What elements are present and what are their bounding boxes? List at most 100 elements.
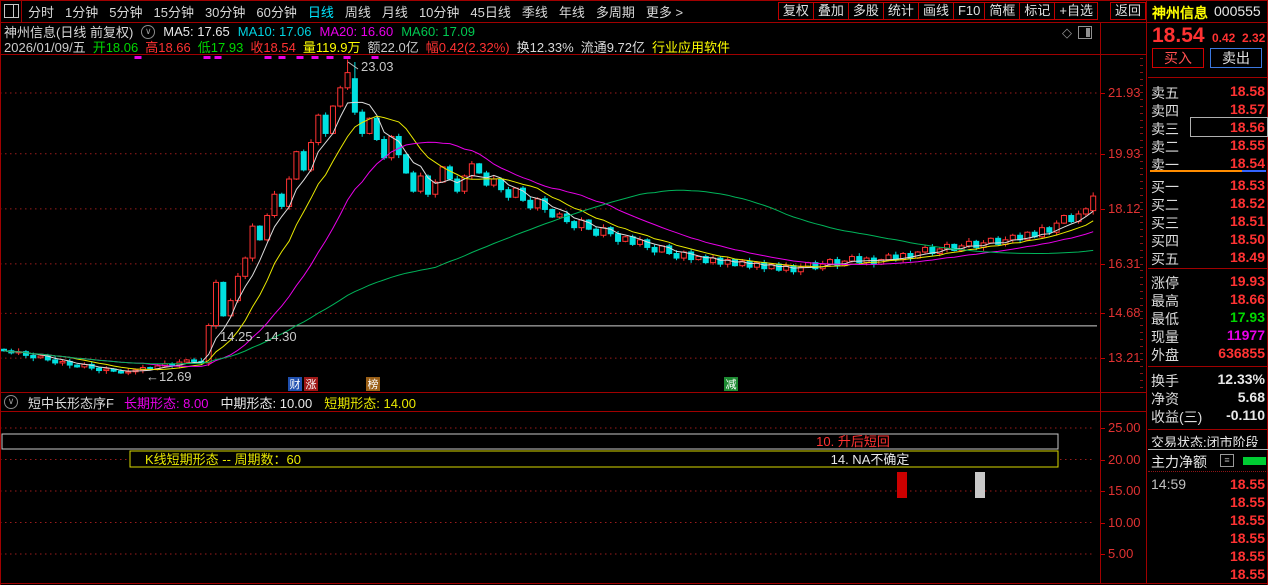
- period-5分钟[interactable]: 5分钟: [109, 2, 142, 21]
- bid-level-买二[interactable]: 买二 18.52: [1148, 194, 1268, 213]
- toolbar-button-多股[interactable]: 多股: [847, 2, 884, 20]
- candle[interactable]: [417, 172, 424, 194]
- period-日线[interactable]: 日线: [308, 2, 334, 21]
- candle[interactable]: [337, 85, 344, 108]
- ask-level-卖四[interactable]: 卖四 18.57: [1148, 100, 1268, 119]
- candle[interactable]: [593, 227, 600, 237]
- candle[interactable]: [1024, 231, 1031, 241]
- indicator-chevron-icon[interactable]: ∨: [4, 395, 18, 409]
- toolbar-button-F10[interactable]: F10: [952, 2, 986, 20]
- event-tag-财[interactable]: 财: [288, 377, 302, 391]
- bid-level-买四[interactable]: 买四 18.50: [1148, 230, 1268, 249]
- candle[interactable]: [454, 175, 461, 194]
- period-分时[interactable]: 分时: [28, 2, 54, 21]
- period-10分钟[interactable]: 10分钟: [419, 2, 459, 21]
- ask-level-卖五[interactable]: 卖五 18.58: [1148, 82, 1268, 101]
- candle[interactable]: [834, 256, 841, 270]
- candle[interactable]: [1060, 214, 1067, 225]
- candle[interactable]: [351, 61, 358, 115]
- event-tag-减[interactable]: 减: [724, 377, 738, 391]
- candle[interactable]: [315, 113, 322, 146]
- candle[interactable]: [66, 358, 73, 369]
- candle[interactable]: [37, 355, 44, 359]
- candle[interactable]: [900, 251, 907, 263]
- bid-level-买三[interactable]: 买三 18.51: [1148, 212, 1268, 231]
- candle[interactable]: [922, 245, 929, 254]
- period-多周期[interactable]: 多周期: [596, 2, 635, 21]
- candle[interactable]: [549, 208, 556, 218]
- event-tag-涨[interactable]: 涨: [304, 377, 318, 391]
- candle[interactable]: [249, 223, 256, 262]
- candle[interactable]: [476, 162, 483, 174]
- candle[interactable]: [22, 350, 29, 359]
- candle[interactable]: [943, 241, 950, 253]
- candle[interactable]: [812, 260, 819, 271]
- candle[interactable]: [907, 250, 914, 262]
- period-45日线[interactable]: 45日线: [470, 2, 510, 21]
- candle[interactable]: [344, 59, 351, 90]
- candle[interactable]: [666, 243, 673, 256]
- candle[interactable]: [607, 226, 614, 237]
- ask-level-卖二[interactable]: 卖二 18.55: [1148, 136, 1268, 155]
- period-1分钟[interactable]: 1分钟: [65, 2, 98, 21]
- candle[interactable]: [395, 133, 402, 159]
- candle[interactable]: [753, 261, 760, 270]
- candle[interactable]: [651, 244, 658, 256]
- candle[interactable]: [271, 190, 278, 218]
- candle[interactable]: [322, 112, 329, 137]
- candle[interactable]: [585, 219, 592, 231]
- candle[interactable]: [278, 192, 285, 210]
- layout-window-icon[interactable]: [4, 4, 19, 18]
- candle[interactable]: [59, 359, 66, 366]
- bid-level-买五[interactable]: 买五 18.49: [1148, 248, 1268, 267]
- candle[interactable]: [293, 150, 300, 180]
- candle[interactable]: [768, 263, 775, 270]
- period-周线[interactable]: 周线: [345, 2, 371, 21]
- candle[interactable]: [717, 256, 724, 267]
- candle[interactable]: [490, 175, 497, 188]
- period-季线[interactable]: 季线: [522, 2, 548, 21]
- candle[interactable]: [600, 224, 607, 238]
- candle[interactable]: [81, 362, 88, 369]
- candle[interactable]: [571, 220, 578, 231]
- period-更多 >[interactable]: 更多 >: [646, 2, 683, 21]
- toolbar-button-统计[interactable]: 统计: [882, 2, 919, 20]
- toolbar-button-画线[interactable]: 画线: [917, 2, 954, 20]
- candle[interactable]: [125, 368, 132, 376]
- indicator-name[interactable]: 短中长形态序F: [28, 393, 114, 412]
- candle[interactable]: [234, 272, 241, 303]
- toolbar-button-叠加[interactable]: 叠加: [812, 2, 849, 20]
- candle[interactable]: [702, 254, 709, 265]
- period-月线[interactable]: 月线: [382, 2, 408, 21]
- candle[interactable]: [74, 364, 81, 368]
- candle[interactable]: [505, 186, 512, 201]
- toolbar-button-简框[interactable]: 简框: [984, 2, 1021, 20]
- main-candle-chart[interactable]: 23.03 ←12.69 14.25 - 14.30 财涨 榜 减: [0, 55, 1100, 392]
- candle[interactable]: [169, 362, 176, 368]
- candle[interactable]: [856, 253, 863, 265]
- candle[interactable]: [1039, 224, 1046, 239]
- toolbar-button-标记[interactable]: 标记: [1019, 2, 1056, 20]
- candle[interactable]: [446, 164, 453, 181]
- candle[interactable]: [520, 186, 527, 202]
- main-force-net-label[interactable]: 主力净额: [1151, 452, 1207, 470]
- period-年线[interactable]: 年线: [559, 2, 585, 21]
- candle[interactable]: [212, 279, 219, 329]
- candle[interactable]: [388, 134, 395, 161]
- candle[interactable]: [761, 259, 768, 273]
- candle[interactable]: [256, 225, 263, 241]
- candle[interactable]: [622, 235, 629, 243]
- candle[interactable]: [732, 258, 738, 267]
- candle[interactable]: [410, 170, 417, 193]
- toolbar-button-+自选[interactable]: +自选: [1054, 2, 1098, 20]
- split-window-icon[interactable]: [1078, 26, 1092, 39]
- candle[interactable]: [286, 176, 293, 210]
- bid-level-买一[interactable]: 买一 18.53: [1148, 176, 1268, 195]
- stock-name[interactable]: 神州信息: [1152, 3, 1208, 23]
- buy-button[interactable]: 买入: [1152, 48, 1204, 68]
- candle[interactable]: [183, 359, 190, 363]
- candle[interactable]: [644, 238, 651, 251]
- period-60分钟[interactable]: 60分钟: [256, 2, 296, 21]
- candle[interactable]: [636, 236, 643, 247]
- candle[interactable]: [403, 153, 410, 174]
